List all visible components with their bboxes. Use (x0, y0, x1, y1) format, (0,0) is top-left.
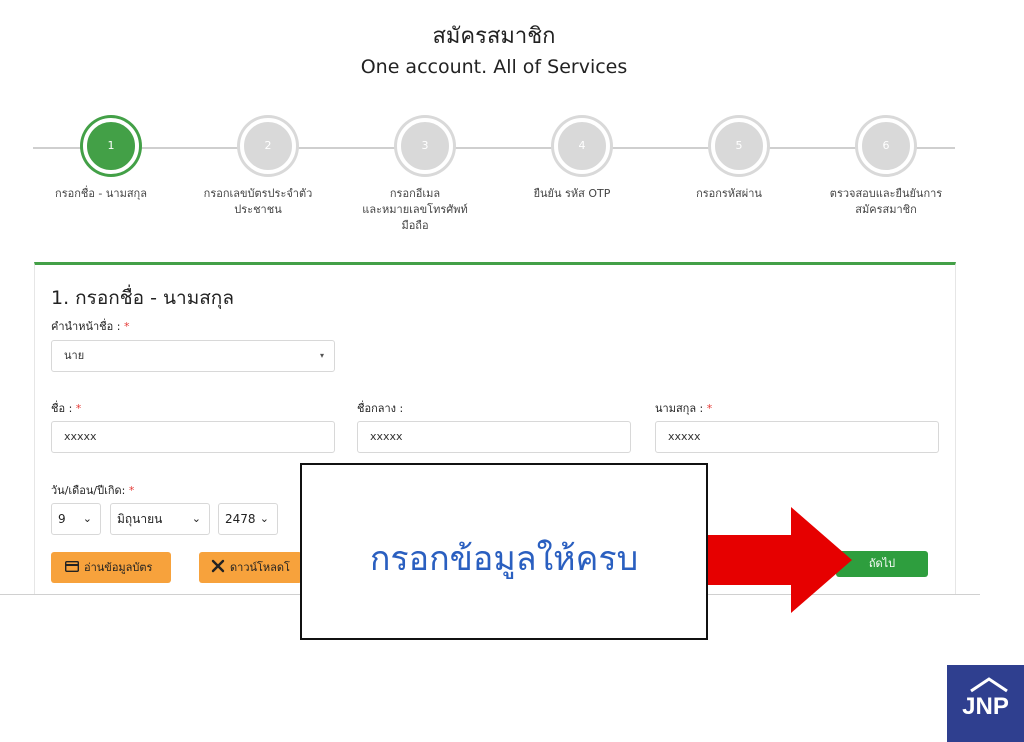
last-name-label: นามสกุล : * (655, 399, 712, 417)
middle-name-value: xxxxx (370, 430, 403, 443)
dob-label: วัน/เดือน/ปีเกิด: * (51, 481, 134, 499)
dob-year-value: 2478 (225, 512, 256, 526)
chevron-down-icon: ⌄ (191, 512, 201, 525)
id-card-icon (64, 560, 80, 573)
jnp-logo: JNP (947, 665, 1024, 742)
stepper-line (33, 147, 955, 149)
required-mark: * (75, 402, 82, 415)
caret-down-icon: ▾ (319, 351, 324, 360)
section-title: 1. กรอกชื่อ - นามสกุล (51, 287, 234, 309)
red-arrow-icon (708, 507, 852, 613)
logo-text: JNP (962, 693, 1009, 720)
prefix-label-text: คำนำหน้าชื่อ : (51, 320, 124, 333)
step-3-label: กรอกอีเมล และหมายเลขโทรศัพท์ มือถือ (362, 187, 468, 232)
step-6-label: ตรวจสอบและยืนยันการ สมัครสมาชิก (829, 187, 943, 216)
step-1-circle: 1 (83, 118, 139, 174)
dob-day-value: 9 (58, 512, 66, 526)
first-name-value: xxxxx (64, 430, 97, 443)
step-4-label: ยืนยัน รหัส OTP (533, 187, 611, 200)
required-mark: * (706, 402, 713, 415)
chevron-down-icon: ⌄ (82, 512, 92, 525)
callout-text: กรอกข้อมูลให้ครบ (369, 539, 639, 579)
last-name-value: xxxxx (668, 430, 701, 443)
instruction-callout: กรอกข้อมูลให้ครบ (300, 463, 708, 640)
step-5-label: กรอกรหัสผ่าน (696, 187, 762, 200)
chevron-down-icon: ⌄ (259, 512, 269, 525)
prefix-value: นาย (64, 349, 85, 362)
dob-month-value: มิถุนายน (117, 512, 163, 526)
tools-icon (211, 559, 225, 573)
step-6-circle: 6 (858, 118, 914, 174)
prefix-label: คำนำหน้าชื่อ : * (51, 317, 129, 335)
last-name-label-text: นามสกุล : (655, 402, 707, 415)
step-3-circle: 3 (397, 118, 453, 174)
download-label: ดาวน์โหลดโ (230, 561, 290, 574)
step-2-circle: 2 (240, 118, 296, 174)
download-button[interactable]: ดาวน์โหลดโ (199, 552, 302, 583)
prefix-select[interactable]: นาย ▾ (51, 340, 335, 372)
first-name-label: ชื่อ : * (51, 399, 81, 417)
dob-month-select[interactable]: มิถุนายน ⌄ (110, 503, 210, 535)
house-roof-icon (970, 677, 1008, 693)
step-5-circle: 5 (711, 118, 767, 174)
dob-day-select[interactable]: 9 ⌄ (51, 503, 101, 535)
required-mark: * (123, 320, 130, 333)
required-mark: * (128, 484, 135, 497)
page-subtitle: One account. All of Services (360, 56, 628, 78)
read-card-label: อ่านข้อมูลบัตร (84, 561, 153, 574)
step-4-circle: 4 (554, 118, 610, 174)
page-title: สมัครสมาชิก (432, 24, 556, 49)
read-card-button[interactable]: อ่านข้อมูลบัตร (51, 552, 171, 583)
dob-year-select[interactable]: 2478 ⌄ (218, 503, 278, 535)
dob-label-text: วัน/เดือน/ปีเกิด: (51, 484, 129, 497)
first-name-label-text: ชื่อ : (51, 402, 76, 415)
first-name-input[interactable]: xxxxx (51, 421, 335, 453)
middle-name-label: ชื่อกลาง : (357, 402, 404, 415)
step-1-label: กรอกชื่อ - นามสกุล (55, 187, 147, 200)
last-name-input[interactable]: xxxxx (655, 421, 939, 453)
step-2-label: กรอกเลขบัตรประจำตัว ประชาชน (203, 187, 313, 216)
middle-name-input[interactable]: xxxxx (357, 421, 631, 453)
